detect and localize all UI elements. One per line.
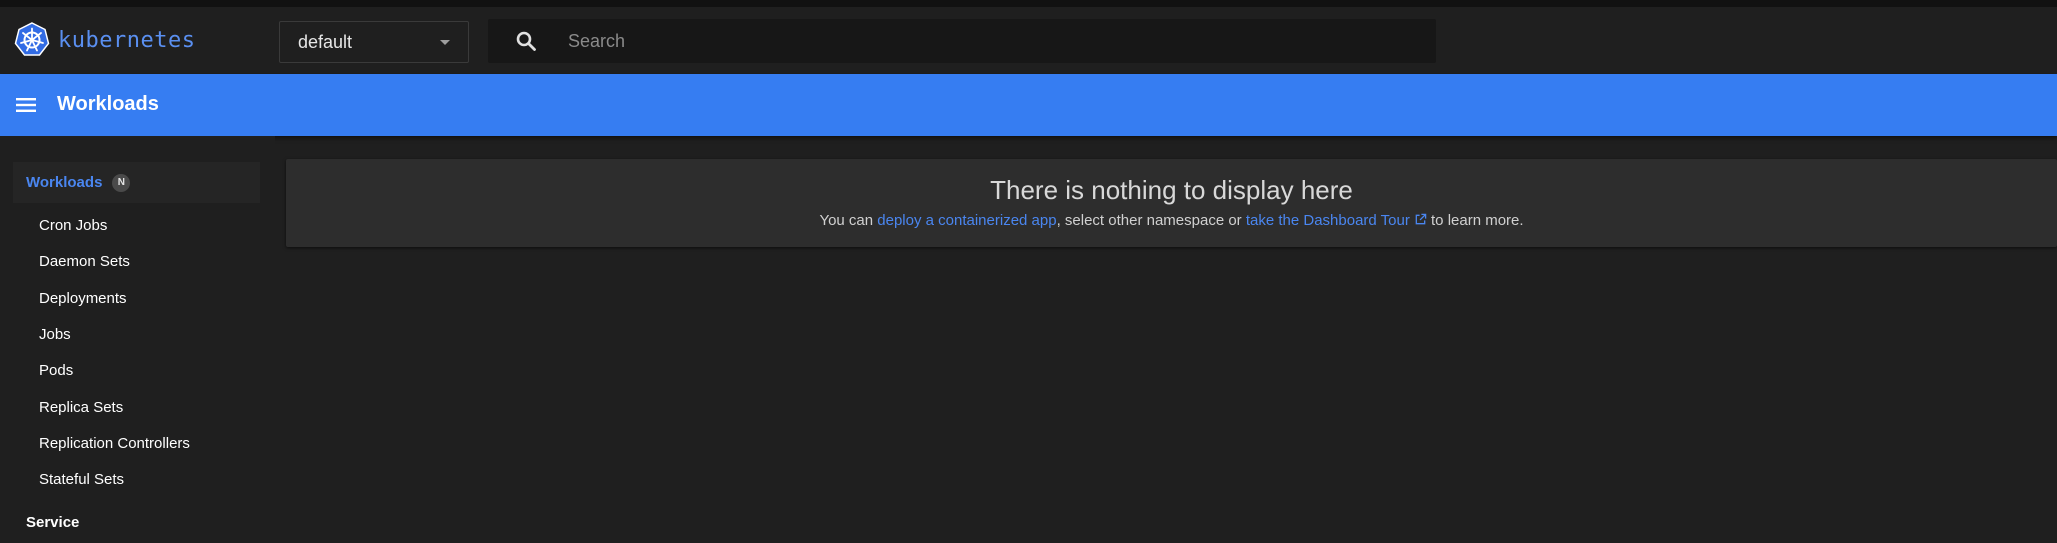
dashboard-tour-link[interactable]: take the Dashboard Tour [1246,212,1427,229]
empty-text-suffix: to learn more. [1426,212,1524,229]
open-in-new-icon [1415,213,1427,225]
namespace-select[interactable]: default [279,21,469,63]
caret-down-icon [440,40,450,45]
empty-text-middle: , select other namespace or [1056,212,1246,229]
sidebar-item-daemon-sets[interactable]: Daemon Sets [39,253,130,270]
sidebar-section-label: Workloads [26,174,103,191]
sidebar-item-cron-jobs[interactable]: Cron Jobs [39,217,107,234]
dashboard-tour-link-label: take the Dashboard Tour [1245,212,1410,229]
logo-text: kubernetes [58,27,196,53]
kubernetes-helm-wheel-icon [14,22,50,56]
deploy-app-link[interactable]: deploy a containerized app [877,212,1056,229]
search-input[interactable] [568,19,1418,63]
search-icon[interactable] [514,29,538,53]
sidebar-item-stateful-sets[interactable]: Stateful Sets [39,471,124,488]
sidebar-item-jobs[interactable]: Jobs [39,326,71,343]
sidebar-group-service[interactable]: Service [26,514,79,531]
sidebar-item-replica-sets[interactable]: Replica Sets [39,399,123,416]
page-header-bar: Workloads [0,74,2057,136]
namespace-selected-value: default [298,31,353,52]
search-bar [488,19,1436,63]
kubernetes-logo[interactable]: kubernetes [14,22,196,57]
sidebar-item-pods[interactable]: Pods [39,362,73,379]
empty-state-card: There is nothing to display here You can… [286,159,2057,247]
namespaced-badge: N [112,173,131,192]
sidebar: Workloads N Cron Jobs Daemon Sets Deploy… [0,136,275,543]
sidebar-item-deployments[interactable]: Deployments [39,290,127,307]
empty-state-title: There is nothing to display here [990,175,1353,205]
empty-text-prefix: You can [819,212,878,229]
top-toolbar: kubernetes default [0,7,2057,74]
sidebar-section-workloads[interactable]: Workloads N [13,162,260,203]
empty-state-message: You can deploy a containerized app, sele… [286,212,2057,229]
sidebar-item-replication-controllers[interactable]: Replication Controllers [39,435,190,452]
page-title: Workloads [57,93,159,115]
window-top-strip [0,0,2057,7]
menu-icon[interactable] [14,93,38,117]
